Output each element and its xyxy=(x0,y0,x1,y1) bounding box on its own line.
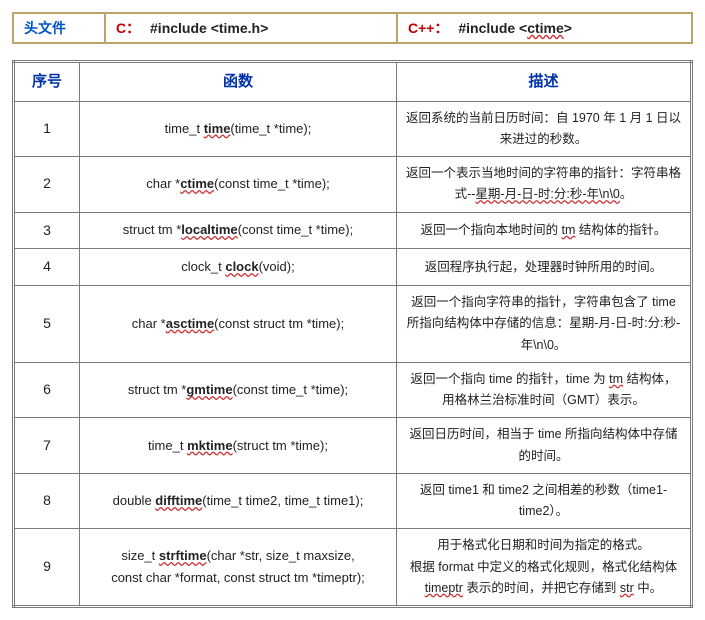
function-description: 返回一个指向 time 的指针，time 为 tm 结构体，用格林兰治标准时间（… xyxy=(397,362,692,418)
row-number: 2 xyxy=(14,157,80,213)
function-description: 返回日历时间，相当于 time 所指向结构体中存储的时间。 xyxy=(397,418,692,474)
function-signature: time_t time(time_t *time); xyxy=(80,101,397,157)
function-description: 返回系统的当前日历时间：自 1970 年 1 月 1 日以来进过的秒数。 xyxy=(397,101,692,157)
functions-table: 序号 函数 描述 1time_t time(time_t *time);返回系统… xyxy=(12,60,693,608)
function-description: 用于格式化日期和时间为指定的格式。根据 format 中定义的格式化规则，格式化… xyxy=(397,529,692,607)
table-row: 1time_t time(time_t *time);返回系统的当前日历时间：自… xyxy=(14,101,692,157)
table-row: 3struct tm *localtime(const time_t *time… xyxy=(14,212,692,249)
col-desc-header: 描述 xyxy=(397,62,692,102)
function-description: 返回一个指向字符串的指针，字符串包含了 time 所指向结构体中存储的信息：星期… xyxy=(397,286,692,363)
table-row: 5char *asctime(const struct tm *time);返回… xyxy=(14,286,692,363)
cpp-include: #include <ctime> xyxy=(458,20,572,36)
header-cpp-cell: C++： #include <ctime> xyxy=(397,13,692,43)
function-signature: clock_t clock(void); xyxy=(80,249,397,286)
c-include: #include <time.h> xyxy=(150,20,268,36)
header-c-cell: C： #include <time.h> xyxy=(105,13,397,43)
row-number: 1 xyxy=(14,101,80,157)
table-header-row: 序号 函数 描述 xyxy=(14,62,692,102)
table-row: 2char *ctime(const time_t *time);返回一个表示当… xyxy=(14,157,692,213)
table-row: 7time_t mktime(struct tm *time);返回日历时间，相… xyxy=(14,418,692,474)
row-number: 9 xyxy=(14,529,80,607)
row-number: 3 xyxy=(14,212,80,249)
cpp-lang-label: C++： xyxy=(408,20,448,36)
function-description: 返回一个指向本地时间的 tm 结构体的指针。 xyxy=(397,212,692,249)
header-label: 头文件 xyxy=(13,13,105,43)
row-number: 7 xyxy=(14,418,80,474)
function-description: 返回 time1 和 time2 之间相差的秒数（time1-time2）。 xyxy=(397,473,692,529)
function-description: 返回程序执行起，处理器时钟所用的时间。 xyxy=(397,249,692,286)
function-signature: char *asctime(const struct tm *time); xyxy=(80,286,397,363)
function-signature: time_t mktime(struct tm *time); xyxy=(80,418,397,474)
col-num-header: 序号 xyxy=(14,62,80,102)
row-number: 8 xyxy=(14,473,80,529)
function-signature: char *ctime(const time_t *time); xyxy=(80,157,397,213)
function-signature: struct tm *localtime(const time_t *time)… xyxy=(80,212,397,249)
row-number: 4 xyxy=(14,249,80,286)
row-number: 6 xyxy=(14,362,80,418)
header-table: 头文件 C： #include <time.h> C++： #include <… xyxy=(12,12,693,44)
function-signature: struct tm *gmtime(const time_t *time); xyxy=(80,362,397,418)
col-func-header: 函数 xyxy=(80,62,397,102)
function-description: 返回一个表示当地时间的字符串的指针：字符串格式--星期-月-日-时:分:秒-年\… xyxy=(397,157,692,213)
table-row: 8double difftime(time_t time2, time_t ti… xyxy=(14,473,692,529)
table-row: 4clock_t clock(void);返回程序执行起，处理器时钟所用的时间。 xyxy=(14,249,692,286)
c-lang-label: C： xyxy=(116,20,140,36)
function-signature: size_t strftime(char *str, size_t maxsiz… xyxy=(80,529,397,607)
function-signature: double difftime(time_t time2, time_t tim… xyxy=(80,473,397,529)
table-row: 6struct tm *gmtime(const time_t *time);返… xyxy=(14,362,692,418)
table-row: 9size_t strftime(char *str, size_t maxsi… xyxy=(14,529,692,607)
row-number: 5 xyxy=(14,286,80,363)
